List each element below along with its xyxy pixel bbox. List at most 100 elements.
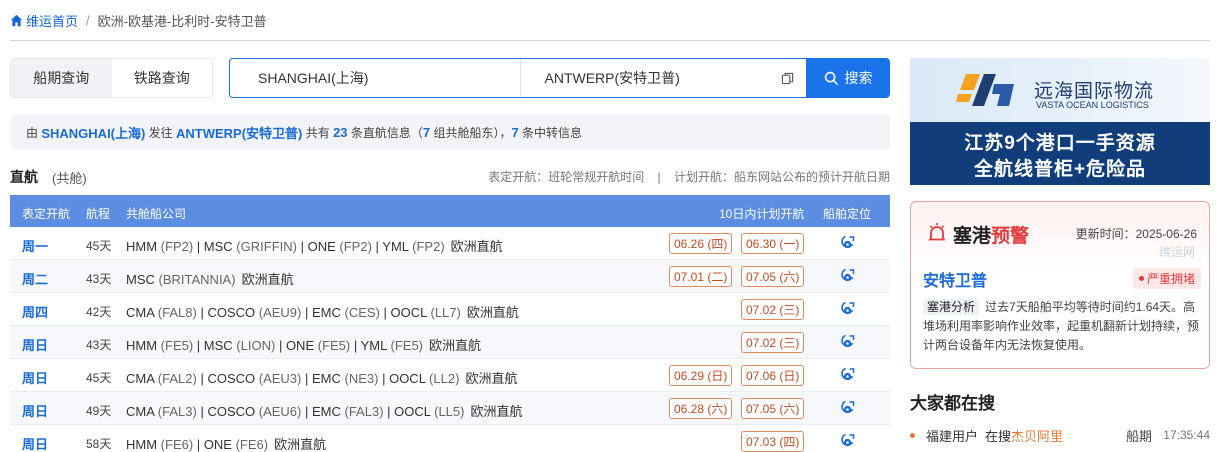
summary-origin: SHANGHAI(上海) xyxy=(41,125,146,141)
ship-locate-icon[interactable] xyxy=(839,235,855,251)
carrier-service-code: CES xyxy=(348,305,376,320)
alert-port-link[interactable]: 安特卫普 xyxy=(923,267,987,291)
carrier-service-code: BRITANNIA xyxy=(162,272,232,287)
section-subtitle: (共舱) xyxy=(52,171,87,186)
carrier-sep: | xyxy=(275,338,286,353)
voyage-days: 49天 xyxy=(86,404,112,418)
carrier-service: (AEU3) xyxy=(255,371,302,386)
ship-locate-icon[interactable] xyxy=(839,433,855,449)
swap-icon[interactable] xyxy=(781,72,794,85)
alarm-icon xyxy=(929,223,945,241)
carrier-service: (FP2) xyxy=(408,239,445,254)
voyage-days: 58天 xyxy=(86,437,112,451)
carrier-service: (FP2) xyxy=(157,239,194,254)
search-button-label: 搜索 xyxy=(844,70,873,86)
route-type: 欧洲直航 xyxy=(466,305,519,320)
carrier-sep: | xyxy=(379,305,391,320)
hot-search-verb: 在搜 xyxy=(985,428,1012,444)
search-icon xyxy=(824,71,838,85)
table-row[interactable]: 周二 43天 MSC (BRITANNIA) 欧洲直航 07.01 (二) 07.05 (… xyxy=(10,260,890,293)
carrier-service-code: FE5 xyxy=(394,338,419,353)
ship-locate-icon[interactable] xyxy=(839,400,855,416)
carrier-list: CMA (FAL8) | COSCO (AEU9) | EMC (CES) | … xyxy=(126,302,519,321)
search-mode-tabs: 船期查询 铁路查询 xyxy=(10,58,213,98)
table-row[interactable]: 周日 43天 HMM (FE5) | MSC (LION) | ONE (FE5) … xyxy=(10,326,890,359)
carrier-service: (AEU9) xyxy=(255,305,302,320)
planned-date-tag[interactable]: 06.26 (四) xyxy=(669,233,733,254)
carrier-service: (FAL2) xyxy=(154,371,197,386)
breadcrumb: 维运首页 / 欧洲-欧基港-比利时-安特卫普 xyxy=(10,10,267,30)
carrier-name: MSC xyxy=(203,239,233,254)
ship-locate-icon[interactable] xyxy=(839,301,855,317)
table-row[interactable]: 周日 49天 CMA (FAL3) | COSCO (AEU6) | EMC (FA… xyxy=(10,392,890,425)
summary-group-count: 7 xyxy=(422,124,431,140)
carrier-list: HMM (FE6) | ONE (FE6) 欧洲直航 xyxy=(126,434,326,452)
ad-banner[interactable]: 远海国际物流 VASTA OCEAN LOGISTICS 江苏9个港口一手资源 … xyxy=(910,58,1210,185)
origin-input[interactable]: SHANGHAI(上海) xyxy=(230,59,520,97)
carrier-service-code: AEU6 xyxy=(263,404,298,419)
watermark: 维运网 xyxy=(1158,245,1195,259)
route-type: 欧洲直航 xyxy=(470,404,523,419)
carrier-service: (LL7) xyxy=(426,305,461,320)
planned-date-tag[interactable]: 06.30 (一) xyxy=(741,233,805,254)
hot-search-type: 船期 xyxy=(1126,428,1153,444)
planned-date-tag[interactable]: 07.05 (六) xyxy=(741,266,805,287)
planned-date-tag[interactable]: 07.05 (六) xyxy=(741,398,805,419)
carrier-sep: | xyxy=(350,338,361,353)
alert-description: 塞港分析 过去7天船舶平均等待时间约1.64天。高堆场利用率影响作业效率，起重机翻… xyxy=(923,298,1203,355)
carrier-service: (FE5) xyxy=(157,338,194,353)
ad-bottom: 江苏9个港口一手资源 全航线普柜+危险品 xyxy=(910,122,1210,185)
breadcrumb-home-link[interactable]: 维运首页 xyxy=(10,11,78,30)
destination-input[interactable]: ANTWERP(安特卫普) xyxy=(519,59,807,97)
carrier-name: CMA xyxy=(126,305,155,320)
hot-search-item[interactable]: 福建用户 在搜 杰贝阿里 船期 17:35:44 xyxy=(910,426,1210,444)
carrier-list: CMA (FAL3) | COSCO (AEU6) | EMC (FAL3) |… xyxy=(126,401,523,420)
carrier-sep: | xyxy=(301,305,312,320)
carrier-service: (FAL3) xyxy=(154,404,197,419)
tab-schedule[interactable]: 船期查询 xyxy=(11,59,112,97)
carrier-sep: | xyxy=(196,404,208,419)
summary-text: 条直航信息（ xyxy=(347,125,423,140)
planned-date-tag[interactable]: 06.29 (日) xyxy=(669,365,733,386)
carrier-name: YML xyxy=(360,338,387,353)
summary-route-count: 23 xyxy=(333,124,348,140)
table-row[interactable]: 周一 45天 HMM (FP2) | MSC (GRIFFIN) | ONE (FP… xyxy=(10,227,890,260)
summary-text: 由 xyxy=(26,125,42,140)
carrier-name: ONE xyxy=(203,437,232,452)
ship-locate-icon[interactable] xyxy=(839,268,855,284)
planned-date-tag[interactable]: 07.01 (二) xyxy=(669,266,733,287)
hot-search-keyword[interactable]: 杰贝阿里 xyxy=(1011,426,1063,445)
carrier-list: MSC (BRITANNIA) 欧洲直航 xyxy=(126,269,294,288)
header-day: 表定开航 xyxy=(22,207,71,221)
planned-date-tag[interactable]: 07.02 (三) xyxy=(741,299,805,320)
search-button[interactable]: 搜索 xyxy=(806,58,890,98)
alert-updated-time: 更新时间：2025-06-26 xyxy=(1075,227,1197,241)
carrier-sep: | xyxy=(296,239,308,254)
carrier-service-code: FE6 xyxy=(165,437,189,452)
carrier-name: COSCO xyxy=(207,305,256,320)
carrier-name: MSC xyxy=(126,272,155,287)
carrier-service-code: FE5 xyxy=(322,338,346,353)
ship-locate-icon[interactable] xyxy=(839,334,855,350)
carrier-service-code: FE5 xyxy=(165,338,189,353)
tab-rail[interactable]: 铁路查询 xyxy=(111,59,212,97)
scheduled-day: 周一 xyxy=(22,239,49,254)
breadcrumb-current: 欧洲-欧基港-比利时-安特卫普 xyxy=(97,13,267,29)
ad-company-cn: 远海国际物流 xyxy=(1034,81,1155,102)
carrier-name: CMA xyxy=(126,404,155,419)
planned-date-tag[interactable]: 07.06 (日) xyxy=(741,365,805,386)
planned-date-tag[interactable]: 07.02 (三) xyxy=(741,332,805,353)
table-row[interactable]: 周日 45天 CMA (FAL2) | COSCO (AEU3) | EMC (NE… xyxy=(10,359,890,392)
voyage-days: 45天 xyxy=(86,371,112,385)
ship-locate-icon[interactable] xyxy=(839,367,855,383)
carrier-sep: | xyxy=(301,371,312,386)
planned-date-tag[interactable]: 06.28 (六) xyxy=(669,398,733,419)
alert-title-a: 塞港 xyxy=(953,226,992,247)
planned-date-tag[interactable]: 07.03 (四) xyxy=(741,431,805,452)
carrier-service-code: FAL2 xyxy=(162,371,193,386)
table-row[interactable]: 周四 42天 CMA (FAL8) | COSCO (AEU9) | EMC (CE… xyxy=(10,293,890,326)
carrier-list: HMM (FP2) | MSC (GRIFFIN) | ONE (FP2) | … xyxy=(126,236,503,255)
status-badge-label: 严重拥堵 xyxy=(1146,272,1195,286)
carrier-service: (LL2) xyxy=(425,371,460,386)
table-row[interactable]: 周日 58天 HMM (FE6) | ONE (FE6) 欧洲直航 07.03 (四) xyxy=(10,425,890,452)
